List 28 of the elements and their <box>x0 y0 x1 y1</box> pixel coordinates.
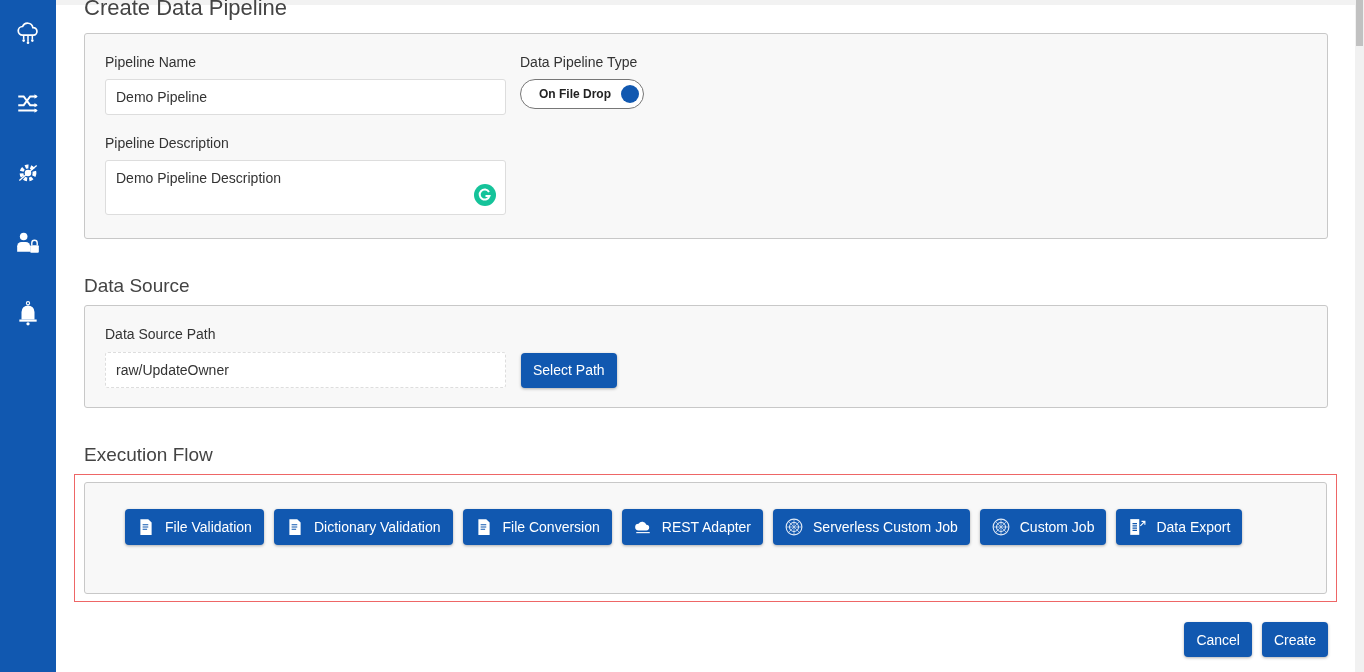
section-heading: Data Source <box>84 275 191 297</box>
data-source-path-field[interactable]: raw/UpdateOwner <box>105 352 506 388</box>
file-icon <box>137 518 155 536</box>
grammar-check-icon[interactable] <box>474 184 496 206</box>
scrollbar[interactable] <box>1355 0 1364 672</box>
globe-icon <box>785 518 803 536</box>
step-button[interactable]: File Conversion <box>462 509 612 545</box>
document-export-icon <box>1128 518 1147 536</box>
step-button[interactable]: Custom Job <box>979 509 1107 545</box>
step-button[interactable]: Data Export <box>1116 509 1243 545</box>
field-label: Pipeline Name <box>105 54 198 70</box>
step-button[interactable]: REST Adapter <box>621 509 763 545</box>
pipeline-name-field[interactable]: Demo Pipeline <box>105 79 506 115</box>
step-button[interactable]: Serverless Custom Job <box>773 509 970 545</box>
field-label: Data Source Path <box>105 326 217 342</box>
form-button[interactable]: Cancel <box>1184 622 1252 657</box>
user-lock-icon[interactable] <box>15 230 41 256</box>
select-path-button[interactable]: Select Path <box>521 352 617 388</box>
field-label: Data Pipeline Type <box>520 54 638 70</box>
cloud-network-icon[interactable] <box>15 20 41 46</box>
pipeline-description-field[interactable]: Demo Pipeline Description <box>105 160 506 215</box>
step-button[interactable]: File Validation <box>125 509 264 545</box>
field-label: Pipeline Description <box>105 135 230 151</box>
section-heading: Execution Flow <box>84 444 214 466</box>
form-button[interactable]: Create <box>1261 622 1328 657</box>
globe-icon <box>991 518 1010 536</box>
pipeline-type-toggle[interactable]: On File Drop <box>520 79 644 109</box>
step-button[interactable]: Dictionary Validation <box>273 509 453 545</box>
